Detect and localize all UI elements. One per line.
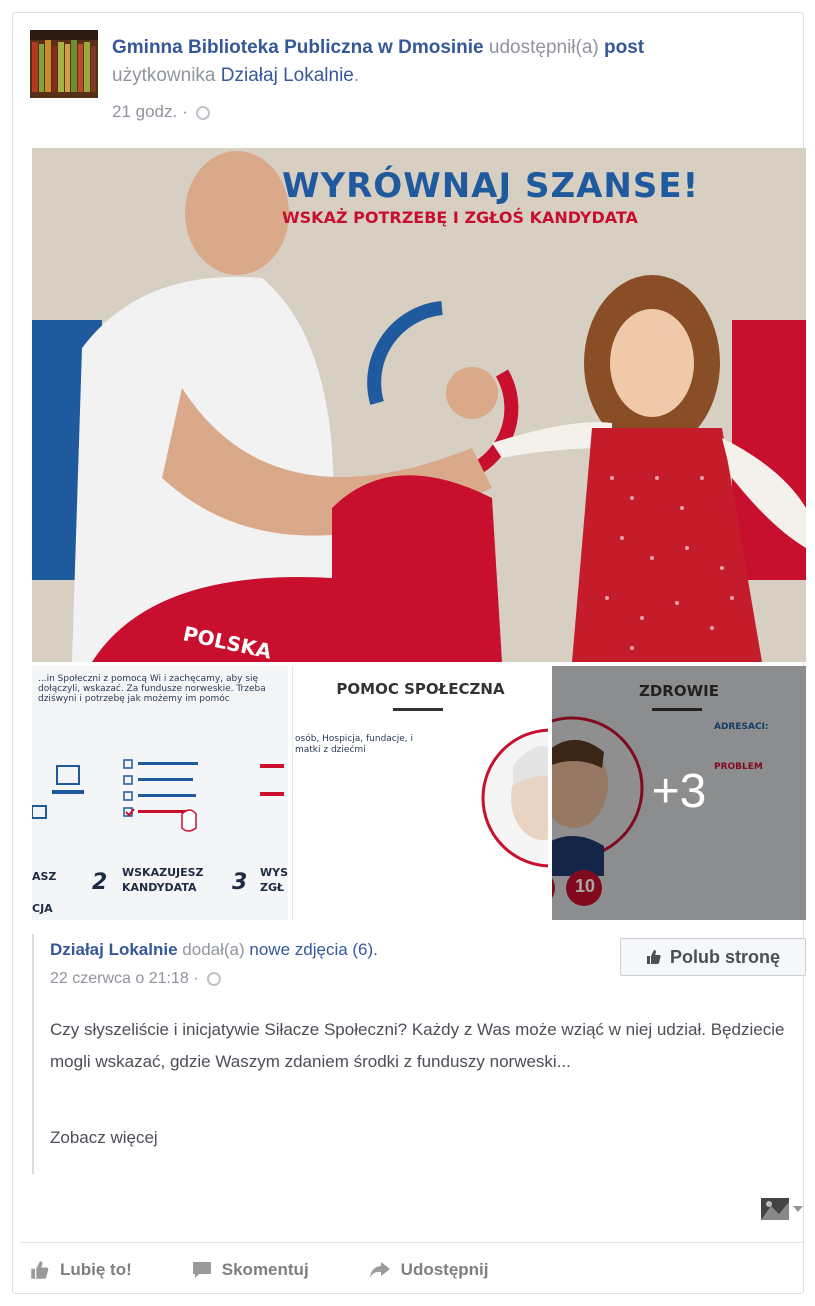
step2-number: 2 xyxy=(92,870,108,895)
actions-divider xyxy=(20,1242,803,1243)
shared-post-header: Działaj Lokalnie dodał(a) nowe zdjęcia (… xyxy=(50,940,378,960)
audience-selector-icon xyxy=(761,1198,789,1220)
post-timestamp: 21 godz. · xyxy=(112,102,211,122)
share-button[interactable]: Udostępnij xyxy=(369,1254,489,1286)
shared-date-text[interactable]: 22 czerwca o 21:18 xyxy=(50,970,189,987)
like-page-button[interactable]: Polub stronę xyxy=(620,938,806,976)
comment-label: Skomentuj xyxy=(221,1260,309,1279)
step3-line1: WYS xyxy=(260,866,288,879)
added-text: dodał(a) xyxy=(182,940,245,959)
share-label: Udostępnij xyxy=(400,1260,489,1279)
timestamp-text[interactable]: 21 godz. xyxy=(112,102,177,121)
chevron-down-icon xyxy=(793,1206,803,1212)
new-photos-link[interactable]: nowe zdjęcia (6). xyxy=(249,940,378,959)
post-header: Gminna Biblioteka Publiczna w Dmosinie u… xyxy=(112,37,645,86)
shared-post-body: Czy słyszeliście i inicjatywie Siłacze S… xyxy=(50,1020,785,1071)
user-of-text: użytkownika xyxy=(112,65,216,86)
original-author-link[interactable]: Działaj Lokalnie xyxy=(221,65,354,86)
like-page-label: Polub stronę xyxy=(669,946,780,967)
separator-dot: · xyxy=(181,102,188,121)
image-subhead: WSKAŻ POTRZEBĘ I ZGŁOŚ KANDYDATA xyxy=(282,208,638,227)
like-label: Lubię to! xyxy=(60,1260,132,1279)
comment-icon xyxy=(192,1262,211,1278)
like-button[interactable]: Lubię to! xyxy=(30,1254,132,1286)
shared-author-link[interactable]: Działaj Lokalnie xyxy=(50,940,178,959)
thumb1-fragment-1: ASZ xyxy=(32,870,57,883)
image-headline: WYRÓWNAJ SZANSE! xyxy=(282,166,700,206)
thumb1-fragment-2: CJA xyxy=(32,902,53,915)
thumbnail-3-more[interactable]: ZDROWIE ADRESACI: PROBLEM 0 10 +3 xyxy=(552,666,806,920)
shared-post: Działaj Lokalnie dodał(a) nowe zdjęcia (… xyxy=(32,934,806,1174)
sharer-name-link[interactable]: Gminna Biblioteka Publiczna w Dmosinie xyxy=(112,37,484,58)
page-avatar[interactable] xyxy=(30,30,98,98)
thumbnail-2[interactable]: POMOC SPOŁECZNA osób, Hospicja, fundacje… xyxy=(292,666,548,920)
action-bar: Lubię to! Skomentuj Udostępnij xyxy=(30,1254,489,1286)
step2-line2: KANDYDATA xyxy=(122,881,197,894)
main-photo[interactable]: POLSKA WYRÓWNAJ SZANSE! WSKAŻ POTRZEBĘ I… xyxy=(32,148,806,662)
comment-button[interactable]: Skomentuj xyxy=(192,1254,309,1286)
thumbnail-1[interactable]: ...in Społeczni z pomocą Wi i zachęcamy,… xyxy=(32,666,288,920)
step3-line2: ZGŁ xyxy=(260,881,285,894)
shared-post-date: 22 czerwca o 21:18 · xyxy=(50,970,221,988)
shared-text: udostępnił(a) xyxy=(488,37,599,58)
step3-number: 3 xyxy=(232,870,248,895)
separator-dot: · xyxy=(193,970,199,987)
more-photos-count[interactable]: +3 xyxy=(552,764,806,819)
step2-line1: WSKAZUJESZ xyxy=(122,866,204,879)
post-link[interactable]: post xyxy=(604,37,644,58)
globe-icon[interactable] xyxy=(196,105,211,120)
photo-thumbnails: ...in Społeczni z pomocą Wi i zachęcamy,… xyxy=(32,666,806,920)
share-icon xyxy=(369,1262,390,1278)
globe-icon[interactable] xyxy=(206,971,221,986)
thumbs-up-icon xyxy=(646,950,661,964)
thumbs-up-icon xyxy=(31,1261,49,1279)
see-more-link[interactable]: Zobacz więcej xyxy=(50,1128,158,1148)
audience-selector[interactable] xyxy=(761,1198,803,1220)
